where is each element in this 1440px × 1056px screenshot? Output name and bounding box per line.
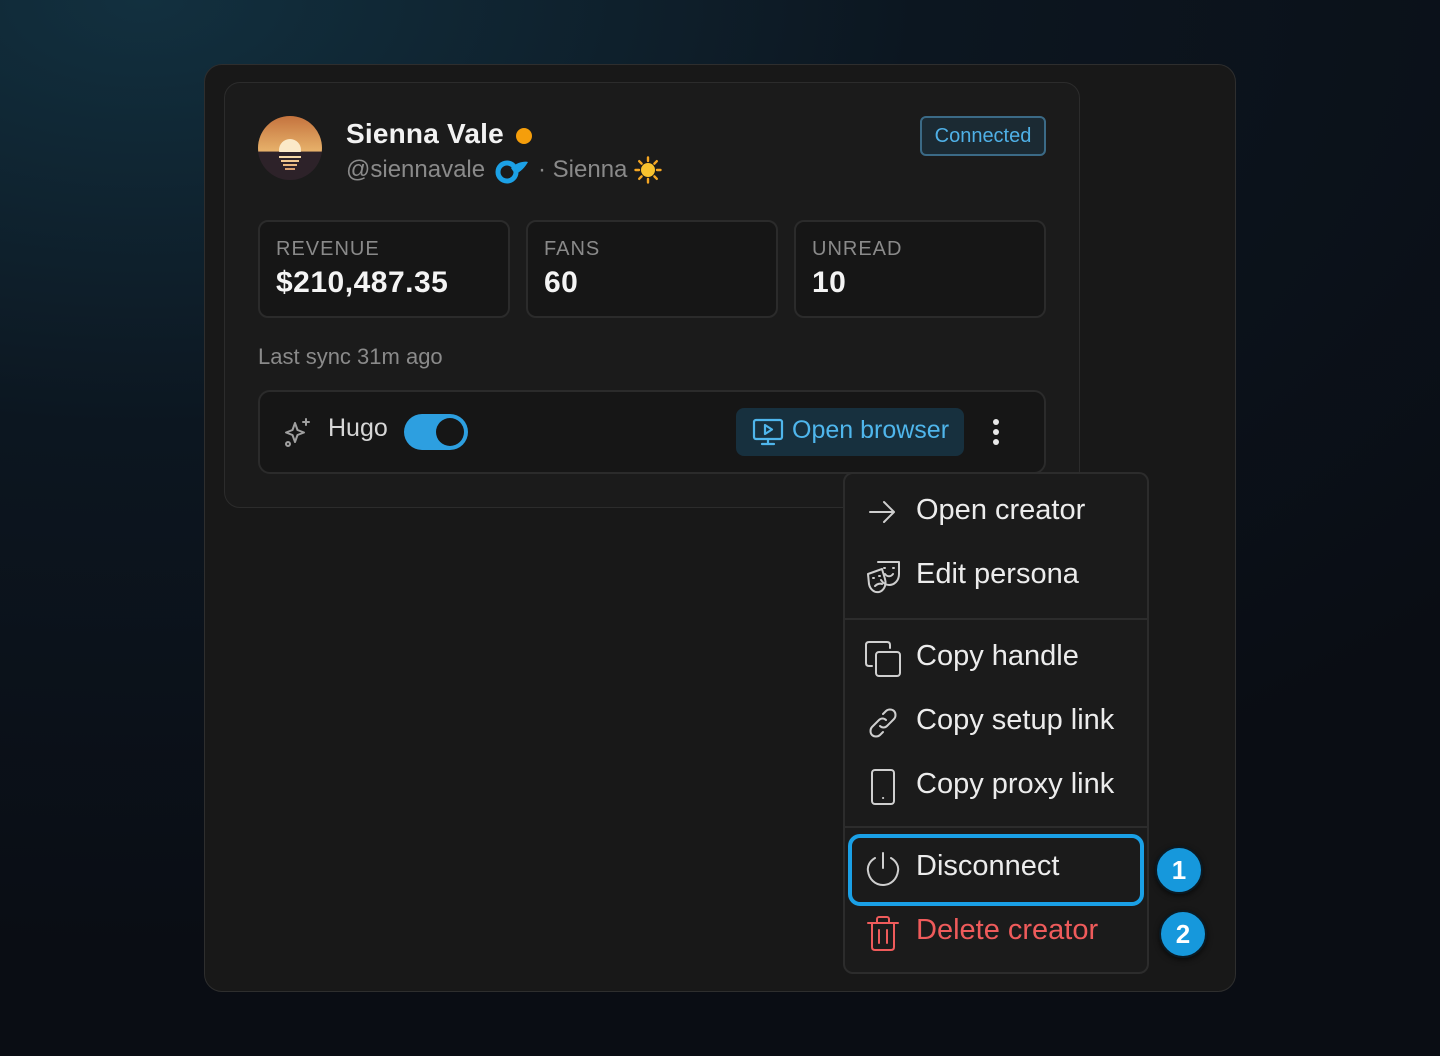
creator-name: Sienna Vale [346,118,504,149]
menu-item-open-creator[interactable]: Open creator [848,482,1144,542]
stat-revenue: REVENUE $210,487.35 [258,220,510,318]
stat-label: FANS [544,238,601,260]
stat-value: 10 [812,266,847,299]
stat-label: UNREAD [812,238,903,260]
step-marker-2: 2 [1159,910,1207,958]
stat-value: 60 [544,266,579,299]
open-browser-label: Open browser [792,416,950,444]
step-marker-1: 1 [1155,846,1203,894]
phone-icon [871,769,895,805]
menu-item-label: Edit persona [916,558,1079,590]
sun-icon [634,156,662,189]
menu-divider [845,826,1147,828]
menu-item-label: Delete creator [916,914,1099,946]
focus-highlight [848,834,1144,906]
menu-item-delete-creator[interactable]: Delete creator [848,902,1144,962]
connection-status-badge: Connected [920,116,1046,156]
open-browser-button[interactable]: Open browser [736,408,964,456]
menu-item-edit-persona[interactable]: Edit persona [848,546,1144,606]
menu-item-copy-setup-link[interactable]: Copy setup link [848,692,1144,752]
creator-handle: @siennavale [346,156,486,183]
online-status-dot [516,128,532,144]
menu-item-label: Copy handle [916,640,1079,672]
onlyfans-icon [495,158,529,189]
sparkle-icon [283,416,313,453]
kebab-dot [993,439,999,445]
stat-label: REVENUE [276,238,380,260]
ai-agent-label: Hugo [328,414,388,442]
toggle-knob [436,418,464,446]
link-icon [869,708,897,738]
more-options-button[interactable] [980,414,1012,450]
arrow-right-icon [869,501,895,523]
stat-fans: FANS 60 [526,220,778,318]
menu-divider [845,618,1147,620]
menu-item-label: Open creator [916,494,1086,526]
stat-unread: UNREAD 10 [794,220,1046,318]
monitor-play-icon [752,418,784,446]
last-sync-text: Last sync 31m ago [258,344,443,369]
menu-item-copy-handle[interactable]: Copy handle [848,628,1144,688]
theater-masks-icon [867,561,900,594]
kebab-dot [993,429,999,435]
menu-item-label: Copy proxy link [916,768,1115,800]
menu-item-label: Copy setup link [916,704,1115,736]
copy-icon [865,641,901,677]
creator-persona: · Sienna [538,156,628,183]
creator-avatar [258,116,322,180]
ai-agent-toggle[interactable] [404,414,468,450]
stat-value: $210,487.35 [276,266,449,299]
kebab-dot [993,419,999,425]
menu-item-copy-proxy-link[interactable]: Copy proxy link [848,756,1144,816]
trash-icon [867,916,899,951]
